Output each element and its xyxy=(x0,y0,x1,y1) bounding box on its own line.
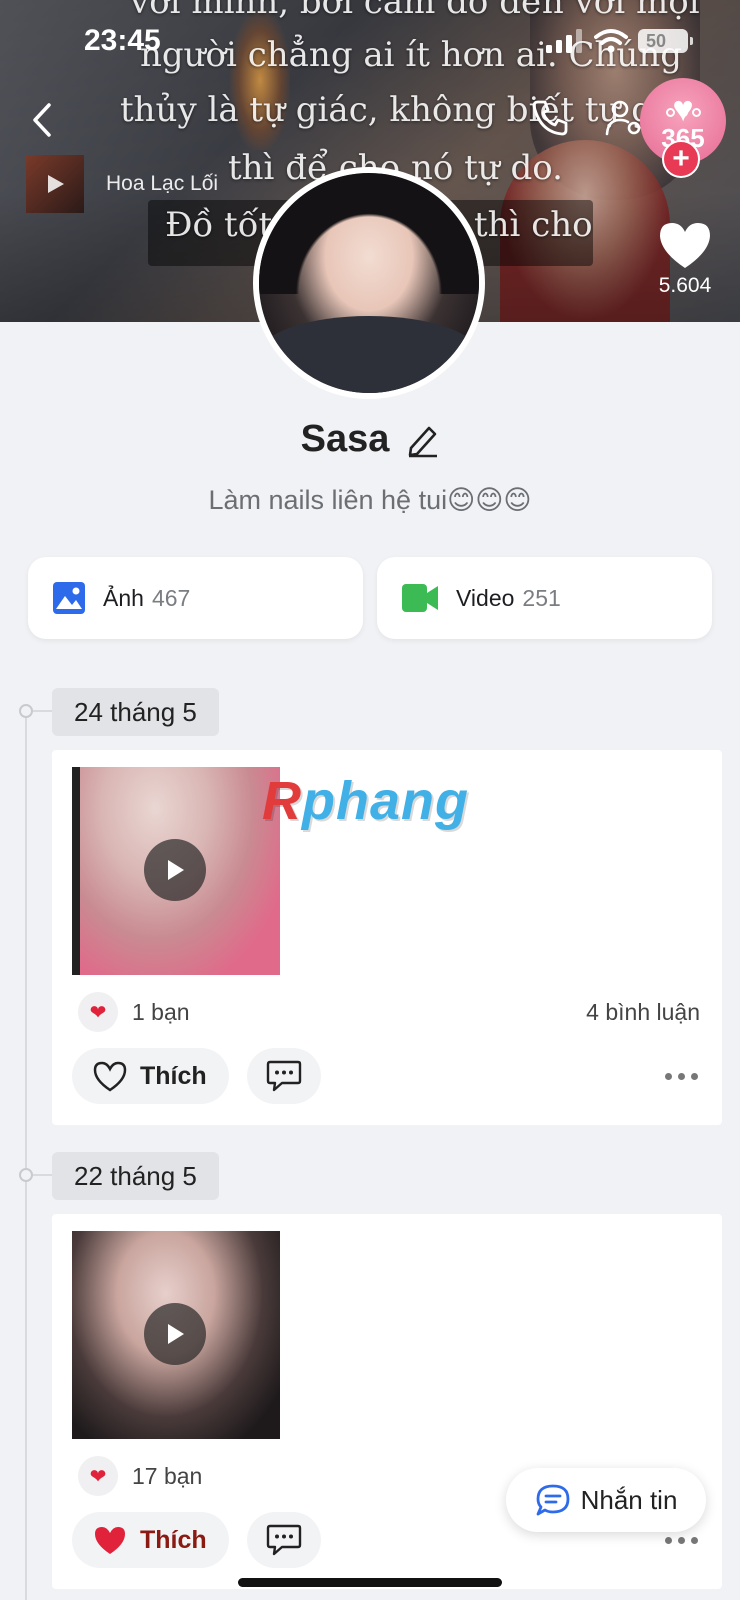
profile-music[interactable]: Hoa Lạc Lối xyxy=(26,155,218,213)
post-more-button[interactable] xyxy=(665,1537,698,1544)
post-date: 24 tháng 5 xyxy=(52,688,219,736)
like-button[interactable]: Thích xyxy=(72,1048,229,1104)
comment-button[interactable] xyxy=(246,1048,321,1104)
media-shortcuts: Ảnh 467 Video 251 xyxy=(28,557,712,639)
wifi-icon xyxy=(594,29,628,53)
like-label: Thích xyxy=(140,1061,207,1090)
heart-outline-icon xyxy=(93,1061,127,1092)
signal-icon xyxy=(546,29,582,53)
profile-name-row: Sasa xyxy=(0,418,740,461)
reaction-count: 17 bạn xyxy=(132,1462,203,1489)
timeline-line xyxy=(25,710,27,1600)
cover-like-button[interactable]: 5.604 xyxy=(640,220,730,298)
back-button[interactable] xyxy=(22,95,62,145)
cover-lyric-line: với mình, bởi cảm do đến với mọi xyxy=(130,0,700,22)
post-actions: Thích xyxy=(72,1048,321,1104)
video-camera-icon xyxy=(402,584,438,612)
like-button[interactable]: Thích xyxy=(72,1512,229,1568)
photo-icon xyxy=(53,582,85,614)
like-label: Thích xyxy=(140,1525,207,1554)
heart-filled-icon xyxy=(95,1527,125,1554)
more-options-button[interactable] xyxy=(666,108,701,117)
message-button-label: Nhắn tin xyxy=(580,1484,678,1515)
music-thumbnail[interactable] xyxy=(26,155,84,213)
post-date: 22 tháng 5 xyxy=(52,1152,219,1200)
chevron-left-icon xyxy=(33,103,51,137)
music-title: Hoa Lạc Lối xyxy=(106,172,219,195)
battery-indicator: 50 xyxy=(638,29,693,53)
profile-settings-button[interactable] xyxy=(605,98,643,143)
message-button[interactable]: Nhắn tin xyxy=(506,1468,706,1532)
watermark-logo: Rphang xyxy=(262,771,469,831)
edit-pencil-icon[interactable] xyxy=(405,422,439,458)
photos-count: 467 xyxy=(151,584,191,611)
reaction-summary[interactable]: ❤ 1 bạn xyxy=(78,992,190,1032)
play-button[interactable] xyxy=(144,839,206,901)
cover-like-count: 5.604 xyxy=(658,274,712,297)
phone-icon xyxy=(532,100,568,136)
home-indicator[interactable] xyxy=(238,1578,502,1587)
play-icon xyxy=(48,175,64,193)
call-button[interactable] xyxy=(530,98,570,143)
videos-label: Video xyxy=(456,584,515,611)
video-thumbnail[interactable] xyxy=(72,767,280,975)
plus-icon: + xyxy=(672,142,690,175)
profile-name: Sasa xyxy=(300,418,390,460)
play-icon xyxy=(168,1324,184,1344)
heart-icon xyxy=(660,223,710,268)
avatar[interactable] xyxy=(253,167,485,399)
comment-button[interactable] xyxy=(246,1512,321,1568)
video-thumbnail[interactable] xyxy=(72,1231,280,1439)
play-button[interactable] xyxy=(144,1303,206,1365)
add-badge-button[interactable]: + xyxy=(662,140,700,178)
post-actions: Thích xyxy=(72,1512,321,1568)
post-card: ❤ 17 bạn Thích xyxy=(52,1214,722,1589)
videos-count: 251 xyxy=(522,584,561,611)
photos-button[interactable]: Ảnh 467 xyxy=(28,557,363,639)
comment-icon xyxy=(266,1524,301,1556)
post-more-button[interactable] xyxy=(665,1073,698,1080)
videos-button[interactable]: Video 251 xyxy=(377,557,712,639)
comment-icon xyxy=(266,1060,301,1092)
reaction-summary[interactable]: ❤ 17 bạn xyxy=(78,1456,202,1496)
play-icon xyxy=(168,860,184,880)
reaction-count: 1 bạn xyxy=(132,998,190,1025)
photos-label: Ảnh xyxy=(103,584,144,611)
timeline-dot xyxy=(19,704,33,718)
status-time: 23:45 xyxy=(84,24,161,57)
timeline-dot xyxy=(19,1168,33,1182)
chat-bubble-icon xyxy=(536,1484,569,1516)
comment-count[interactable]: 4 bình luận xyxy=(586,999,700,1026)
heart-reaction-icon: ❤ xyxy=(78,992,118,1032)
profile-bio: Làm nails liên hệ tui😊😊😊 xyxy=(208,485,532,515)
heart-reaction-icon: ❤ xyxy=(78,1456,118,1496)
cover-lyric-line: thì cho xyxy=(474,205,593,245)
user-settings-icon xyxy=(605,100,641,136)
status-icons: 50 xyxy=(546,28,693,54)
